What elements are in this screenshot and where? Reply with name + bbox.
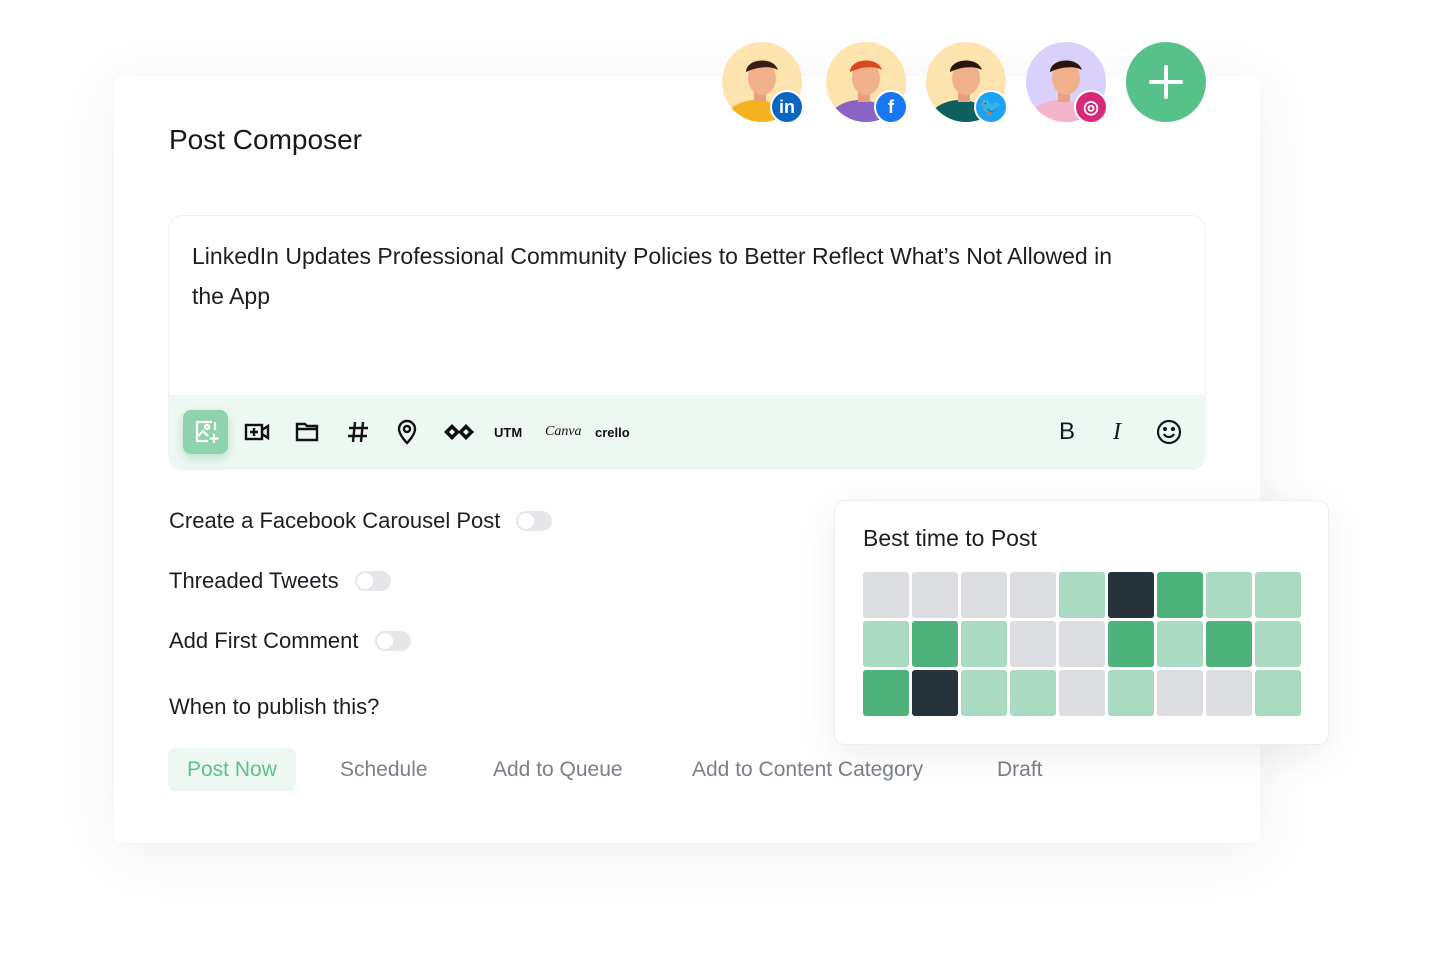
heatmap-cell	[1255, 621, 1301, 667]
italic-button[interactable]: I	[1103, 413, 1131, 451]
heatmap-cell	[1010, 572, 1056, 618]
hashtag-button[interactable]	[342, 413, 374, 451]
page-title: Post Composer	[169, 124, 362, 155]
heatmap-cell	[912, 572, 958, 618]
account-avatar-facebook[interactable]: f	[826, 42, 908, 124]
heatmap-cell	[863, 621, 909, 667]
bold-button[interactable]: B	[1053, 413, 1081, 451]
heatmap-cell	[912, 621, 958, 667]
heatmap-cell	[1059, 670, 1105, 716]
account-avatar-instagram[interactable]: ◎	[1026, 42, 1108, 124]
integration-button[interactable]	[441, 413, 477, 451]
option-facebook-carousel: Create a Facebook Carousel Post	[169, 508, 553, 534]
heatmap-cell	[1206, 670, 1252, 716]
twitter-icon: 🐦	[974, 90, 1008, 124]
add-account-button[interactable]	[1126, 42, 1206, 122]
instagram-icon: ◎	[1074, 90, 1108, 124]
heatmap-cell	[1010, 670, 1056, 716]
location-icon	[397, 419, 417, 445]
add-to-queue-button[interactable]: Add to Queue	[493, 748, 623, 791]
heatmap-cell	[1255, 670, 1301, 716]
heatmap-cell	[863, 670, 909, 716]
add-to-content-category-button[interactable]: Add to Content Category	[692, 748, 923, 791]
heatmap-cell	[1108, 572, 1154, 618]
heatmap-cell	[1255, 572, 1301, 618]
best-time-panel: Best time to Post	[835, 501, 1328, 744]
heatmap-cell	[1108, 621, 1154, 667]
publish-question: When to publish this?	[169, 694, 380, 719]
best-time-title: Best time to Post	[863, 525, 1037, 551]
option-label: Create a Facebook Carousel Post	[169, 508, 501, 533]
account-avatar-twitter[interactable]: 🐦	[926, 42, 1008, 124]
heatmap-cell	[912, 670, 958, 716]
heatmap-cell	[1157, 621, 1203, 667]
option-first-comment: Add First Comment	[169, 628, 411, 654]
heatmap-cell	[1157, 670, 1203, 716]
best-time-heatmap	[863, 572, 1301, 716]
account-avatar-linkedin[interactable]: in	[722, 42, 804, 124]
facebook-icon: f	[874, 90, 908, 124]
heatmap-cell	[1108, 670, 1154, 716]
option-label: Threaded Tweets	[169, 568, 339, 593]
heatmap-cell	[1010, 621, 1056, 667]
add-image-icon	[195, 420, 218, 443]
heatmap-cell	[1059, 621, 1105, 667]
linkedin-icon: in	[770, 90, 804, 124]
threaded-tweets-toggle[interactable]	[354, 571, 391, 591]
emoji-icon	[1156, 419, 1182, 445]
heatmap-cell	[961, 670, 1007, 716]
canva-button[interactable]: Canva	[545, 413, 582, 451]
folder-icon	[295, 422, 319, 442]
hashtag-icon	[348, 421, 368, 443]
schedule-button[interactable]: Schedule	[340, 748, 428, 791]
utm-button[interactable]: UTM	[494, 413, 522, 451]
facebook-carousel-toggle[interactable]	[516, 511, 553, 531]
option-threaded-tweets: Threaded Tweets	[169, 568, 391, 594]
integration-icon	[444, 424, 474, 440]
heatmap-cell	[961, 621, 1007, 667]
add-image-button[interactable]	[183, 410, 228, 454]
heatmap-cell	[1206, 572, 1252, 618]
add-video-icon	[244, 423, 270, 441]
heatmap-cell	[1206, 621, 1252, 667]
plus-icon	[1149, 65, 1183, 99]
add-video-button[interactable]	[241, 413, 273, 451]
editor-toolbar: UTM Canva crello B I	[169, 395, 1205, 469]
heatmap-cell	[1059, 572, 1105, 618]
post-editor[interactable]: LinkedIn Updates Professional Community …	[169, 216, 1205, 469]
heatmap-cell	[961, 572, 1007, 618]
post-text-input[interactable]: LinkedIn Updates Professional Community …	[192, 236, 1132, 316]
first-comment-toggle[interactable]	[374, 631, 411, 651]
heatmap-cell	[1157, 572, 1203, 618]
media-library-button[interactable]	[291, 413, 323, 451]
heatmap-cell	[863, 572, 909, 618]
post-now-button[interactable]: Post Now	[168, 748, 296, 791]
draft-button[interactable]: Draft	[997, 748, 1043, 791]
location-button[interactable]	[391, 413, 423, 451]
option-label: Add First Comment	[169, 628, 359, 653]
emoji-button[interactable]	[1154, 413, 1184, 451]
crello-button[interactable]: crello	[595, 413, 630, 451]
